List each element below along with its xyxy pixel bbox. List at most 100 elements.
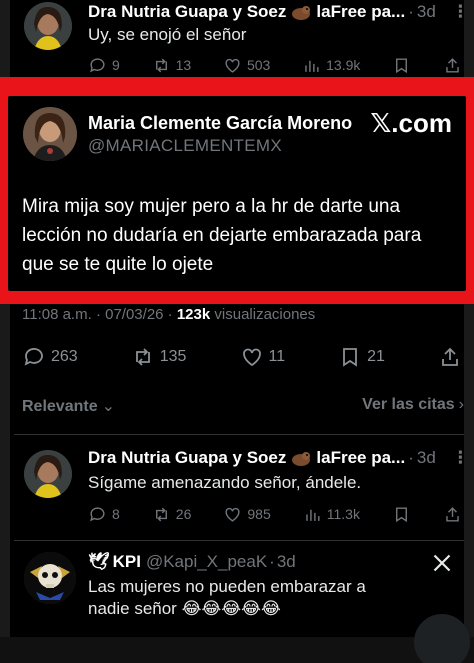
avatar-photo: [24, 450, 72, 498]
quoted-post-card[interactable]: Maria Clemente García Moreno @MARIACLEME…: [8, 96, 466, 291]
main-repost-button[interactable]: 135: [131, 345, 186, 369]
author-name-suffix[interactable]: laFree pa...: [316, 448, 405, 468]
reply-tweet-bottom[interactable]: 🕊 KPI @Kapi_X_peaK · 3d Las mujeres no p…: [14, 548, 462, 638]
repost-count: 26: [175, 506, 192, 522]
views-button[interactable]: 11.3k: [303, 505, 360, 524]
otter-emoji-icon: [290, 449, 312, 467]
main-bookmark-button[interactable]: 21: [338, 345, 385, 369]
action-bar: 9 13 503 13.9k: [88, 54, 462, 76]
divider: [14, 434, 464, 435]
main-like-button[interactable]: 11: [240, 345, 285, 369]
like-button[interactable]: 985: [223, 505, 271, 524]
share-button[interactable]: [443, 56, 462, 75]
bookmark-button[interactable]: [392, 56, 411, 75]
sort-relevant-label: Relevante: [22, 398, 98, 415]
reply-tweet-middle[interactable]: Dra Nutria Guapa y Soez laFree pa... · 3…: [14, 446, 469, 536]
main-bookmark-count: 21: [367, 348, 385, 365]
chevron-down-icon: ⌄: [101, 398, 115, 415]
repost-icon: [135, 348, 150, 366]
author-line: 🕊 KPI @Kapi_X_peaK · 3d: [88, 552, 296, 572]
main-reply-count: 263: [51, 348, 78, 365]
author-name[interactable]: KPI: [113, 552, 141, 572]
skull-logo-avatar: [24, 552, 76, 604]
views-button[interactable]: 13.9k: [302, 56, 360, 75]
reply-button[interactable]: 8: [88, 505, 120, 524]
bookmark-icon: [395, 506, 407, 522]
heart-icon: [242, 348, 261, 367]
heart-icon: [225, 58, 240, 73]
repost-icon: [155, 507, 167, 521]
dot-separator: ·: [408, 448, 414, 467]
x-com-brand: 𝕏.com: [370, 108, 452, 138]
otter-emoji-icon: [290, 3, 312, 21]
post-views-count: 123k: [176, 306, 211, 323]
main-share-button[interactable]: [438, 345, 462, 369]
timestamp[interactable]: 3d: [417, 2, 436, 22]
views-chart-icon: [305, 509, 320, 521]
avatar[interactable]: [24, 552, 76, 604]
views-count: 13.9k: [326, 57, 361, 73]
dot-separator: ·: [269, 552, 275, 571]
quoted-author-handle[interactable]: @MARIACLEMENTEMX: [88, 136, 282, 156]
action-bar: 8 26 985 11.3k: [88, 503, 462, 525]
tweet-text: Uy, se enojó el señor: [88, 25, 247, 44]
author-name-suffix[interactable]: laFree pa...: [316, 2, 405, 22]
like-count: 503: [246, 57, 271, 73]
avatar[interactable]: [24, 2, 72, 50]
reply-icon: [90, 506, 105, 521]
timestamp[interactable]: 3d: [277, 552, 296, 572]
author-handle[interactable]: @Kapi_X_peaK: [146, 552, 267, 572]
view-quotes-link[interactable]: Ver las citas ›: [362, 396, 464, 416]
repost-button[interactable]: 26: [152, 505, 192, 524]
view-quotes-label: Ver las citas: [362, 396, 455, 413]
meta-separator: ·: [95, 306, 101, 323]
tweet-text: Las mujeres no pueden embarazar a nadie …: [88, 577, 366, 618]
avatar-photo: [24, 2, 72, 50]
divider: [14, 540, 464, 541]
share-icon: [446, 506, 459, 522]
author-name[interactable]: Dra Nutria Guapa y Soez: [88, 448, 286, 468]
reply-count: 9: [112, 57, 120, 73]
chevron-right-icon: ›: [458, 396, 464, 413]
bookmark-button[interactable]: [392, 505, 411, 524]
reply-tweet-top[interactable]: Dra Nutria Guapa y Soez laFree pa... · 3…: [14, 0, 469, 77]
author-name[interactable]: Dra Nutria Guapa y Soez: [88, 2, 286, 22]
reply-icon: [24, 348, 43, 366]
meta-separator: ·: [167, 306, 173, 323]
reply-button[interactable]: 9: [88, 56, 120, 75]
author-line: Dra Nutria Guapa y Soez laFree pa... · 3…: [88, 448, 469, 468]
quoted-avatar[interactable]: [23, 107, 77, 161]
post-date: 07/03/26: [105, 306, 164, 323]
heart-icon: [225, 507, 240, 522]
replies-sort-row: Relevante ⌄ Ver las citas ›: [22, 396, 464, 416]
avatar[interactable]: [24, 450, 72, 498]
quoted-post-text: Mira mija soy mujer pero a la hr de dart…: [22, 196, 422, 275]
floating-action-button[interactable]: [414, 614, 470, 663]
quoted-author-name[interactable]: Maria Clemente García Moreno: [88, 113, 352, 134]
timestamp[interactable]: 3d: [417, 448, 436, 468]
more-menu-icon[interactable]: ⋮: [452, 2, 469, 22]
repost-button[interactable]: 13: [152, 56, 192, 75]
views-count: 11.3k: [326, 506, 360, 522]
repost-count: 13: [175, 57, 192, 73]
share-button[interactable]: [443, 505, 462, 524]
tweet-text: Sígame amenazando señor, ándele.: [88, 473, 362, 492]
bookmark-icon: [343, 348, 358, 367]
more-menu-icon[interactable]: ⋮: [452, 448, 469, 468]
main-action-bar: 263 135 11 21: [22, 345, 462, 369]
post-meta: 11:08 a.m. · 07/03/26 · 123k visualizaci…: [22, 306, 315, 323]
author-line: Dra Nutria Guapa y Soez laFree pa... · 3…: [88, 2, 469, 22]
reply-count: 8: [112, 506, 120, 522]
share-icon: [446, 57, 459, 73]
share-icon: [442, 347, 458, 366]
views-chart-icon: [305, 60, 319, 72]
main-reply-button[interactable]: 263: [22, 345, 78, 369]
bookmark-icon: [396, 57, 408, 73]
like-button[interactable]: 503: [223, 56, 270, 75]
bottom-bar: [0, 637, 474, 663]
sort-relevant-dropdown[interactable]: Relevante ⌄: [22, 396, 115, 416]
x-logo-icon: [433, 554, 451, 572]
quoted-avatar-photo: [23, 107, 77, 161]
reply-icon: [90, 57, 105, 72]
dot-separator: ·: [408, 2, 414, 21]
